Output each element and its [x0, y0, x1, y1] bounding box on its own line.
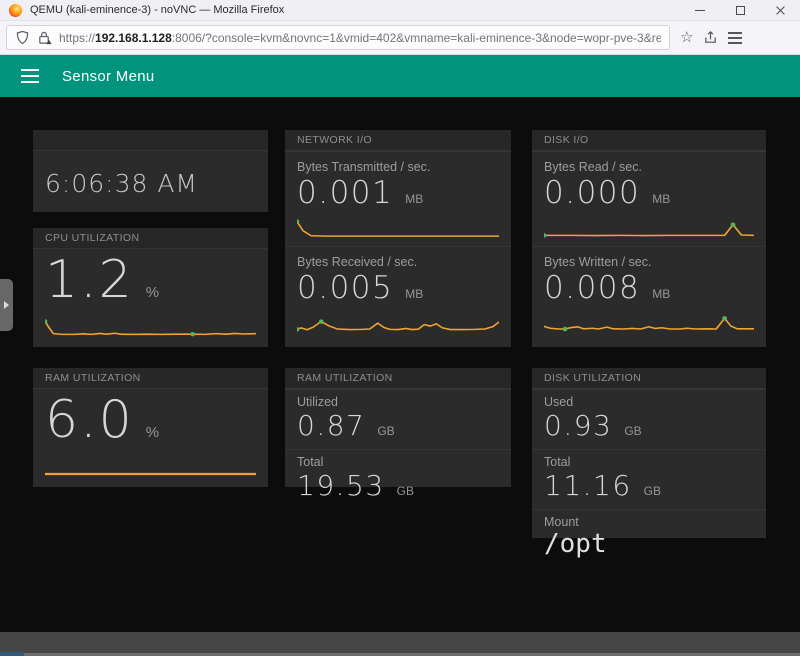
expand-arrow-icon [4, 301, 9, 309]
bytes-read-sparkline [544, 216, 754, 240]
metric-label: Mount [544, 515, 754, 529]
metric-label: Utilized [297, 395, 499, 409]
panel-title: RAM UTILIZATION [285, 368, 511, 389]
clock-panel: 6:06:38 AM [33, 130, 268, 212]
url-scheme: https:// [59, 31, 95, 45]
bytes-written-sparkline [544, 310, 754, 334]
close-button[interactable] [760, 0, 800, 20]
panel-header [33, 130, 268, 151]
metric-label: Total [297, 455, 499, 469]
metric-unit: GB [624, 424, 641, 438]
metric-value: 0.87 [297, 410, 365, 442]
metric-unit: MB [652, 192, 670, 206]
footer-blue-patch [0, 652, 24, 656]
bytes-transmitted-sparkline [297, 216, 499, 240]
metric-value: 0.93 [544, 410, 612, 442]
metric-value: 0.005 [297, 271, 393, 307]
sidenav-menu-icon[interactable] [21, 69, 39, 83]
metric-value: 0.001 [297, 176, 393, 212]
dashboard: 6:06:38 AM CPU UTILIZATION 1.2 % RAM UTI… [0, 97, 800, 632]
bookmark-star-icon[interactable]: ☆ [680, 30, 693, 45]
disk-total-row: Total 11.16 GB [532, 449, 766, 509]
ram-utilized-row: Utilized 0.87 GB [285, 389, 511, 449]
close-icon [775, 5, 786, 16]
cpu-value: 1.2 [45, 251, 134, 311]
disk-used-row: Used 0.93 GB [532, 389, 766, 449]
metric-unit: MB [652, 287, 670, 301]
minimize-icon [695, 10, 705, 11]
ram-value: 6.0 [45, 391, 134, 451]
metric-unit: MB [405, 192, 423, 206]
disk-io-panel: DISK I/O Bytes Read / sec. 0.000 MB Byte… [532, 130, 766, 347]
page-title: Sensor Menu [62, 68, 155, 85]
cpu-sparkline [45, 315, 256, 339]
metric-value: 0.008 [544, 271, 640, 307]
window-titlebar: QEMU (kali-eminence-3) - noVNC — Mozilla… [0, 0, 800, 21]
metric-value: 19.53 [297, 470, 385, 502]
window-footer [0, 632, 800, 656]
maximize-button[interactable] [720, 0, 760, 20]
metric-label: Bytes Received / sec. [297, 252, 499, 269]
tracking-shield-icon[interactable] [15, 30, 30, 45]
ram-unit: % [146, 424, 159, 441]
metric-label: Bytes Read / sec. [544, 157, 754, 174]
disk-mount-row: Mount /opt [532, 509, 766, 567]
panel-title: DISK UTILIZATION [532, 368, 766, 389]
metric-unit: GB [377, 424, 394, 438]
metric-label: Bytes Transmitted / sec. [297, 157, 499, 174]
metric-label: Bytes Written / sec. [544, 252, 754, 269]
network-io-panel: NETWORK I/O Bytes Transmitted / sec. 0.0… [285, 130, 511, 347]
cpu-unit: % [146, 284, 159, 301]
bytes-transmitted-row: Bytes Transmitted / sec. 0.001 MB [285, 151, 511, 246]
ram-utilization-detail-panel: RAM UTILIZATION Utilized 0.87 GB Total 1… [285, 368, 511, 487]
browser-menu-icon[interactable] [728, 32, 742, 44]
export-icon[interactable] [703, 30, 718, 45]
metric-value: 0.000 [544, 176, 640, 212]
ram-total-row: Total 19.53 GB [285, 449, 511, 509]
panel-title: CPU UTILIZATION [33, 228, 268, 249]
insecure-lock-icon[interactable] [37, 30, 52, 45]
cpu-utilization-panel: CPU UTILIZATION 1.2 % [33, 228, 268, 347]
url-text[interactable]: https://192.168.1.128:8006/?console=kvm&… [59, 31, 661, 45]
url-domain: 192.168.1.128 [95, 31, 172, 45]
metric-value: 11.16 [544, 470, 632, 502]
panel-title: DISK I/O [532, 130, 766, 151]
url-bar[interactable]: https://192.168.1.128:8006/?console=kvm&… [6, 25, 670, 50]
window-title: QEMU (kali-eminence-3) - noVNC — Mozilla… [30, 4, 680, 16]
bytes-read-row: Bytes Read / sec. 0.000 MB [532, 151, 766, 246]
metric-unit: MB [405, 287, 423, 301]
bytes-received-row: Bytes Received / sec. 0.005 MB [285, 246, 511, 341]
panel-title: RAM UTILIZATION [33, 368, 268, 389]
maximize-icon [736, 6, 745, 15]
mount-point-value: /opt [544, 530, 607, 560]
metric-unit: GB [644, 484, 661, 498]
ram-utilization-gauge-panel: RAM UTILIZATION 6.0 % [33, 368, 268, 487]
app-header: Sensor Menu [0, 55, 800, 97]
metric-unit: GB [397, 484, 414, 498]
url-path: :8006/?console=kvm&novnc=1&vmid=402&vmna… [172, 31, 661, 45]
browser-toolbar: https://192.168.1.128:8006/?console=kvm&… [0, 21, 800, 55]
minimize-button[interactable] [680, 0, 720, 20]
firefox-icon [9, 4, 22, 17]
clock-time: 6:06:38 AM [33, 151, 268, 198]
metric-label: Used [544, 395, 754, 409]
bytes-received-sparkline [297, 310, 499, 334]
metric-label: Total [544, 455, 754, 469]
disk-utilization-panel: DISK UTILIZATION Used 0.93 GB Total 11.1… [532, 368, 766, 538]
panel-title: NETWORK I/O [285, 130, 511, 151]
ram-sparkline [45, 455, 256, 479]
novnc-controlbar-handle[interactable] [0, 279, 13, 331]
bytes-written-row: Bytes Written / sec. 0.008 MB [532, 246, 766, 341]
